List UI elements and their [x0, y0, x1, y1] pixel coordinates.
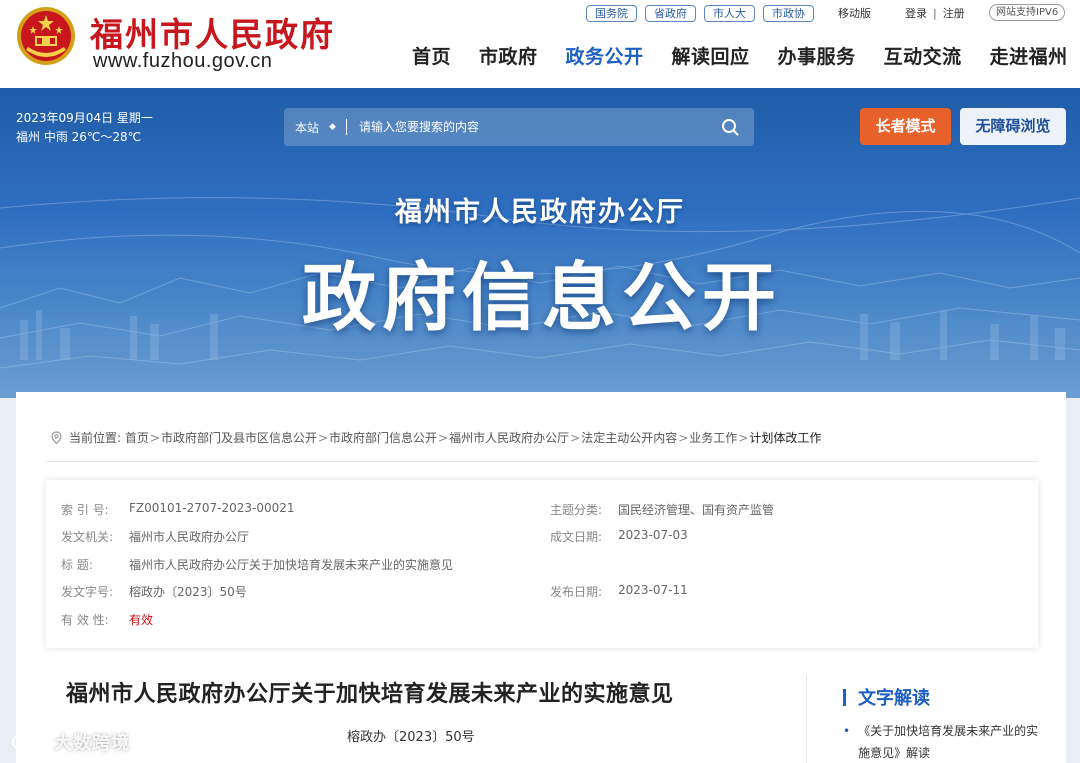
meta-validity-label: 有 效 性:	[61, 613, 109, 627]
breadcrumb-separator: >	[738, 430, 749, 445]
meta-index-label: 索 引 号:	[61, 503, 109, 517]
interpretation-title: 文字解读	[858, 688, 930, 709]
breadcrumb-general-office[interactable]: 福州市人民政府办公厅	[449, 429, 569, 446]
meta-docno-label: 发文字号:	[61, 585, 114, 599]
nav-government-affairs[interactable]: 政务公开	[566, 42, 644, 72]
meta-theme-label: 主题分类:	[550, 503, 603, 517]
meta-title-value: 福州市人民政府办公厅关于加快培育发展未来产业的实施意见	[129, 558, 454, 572]
breadcrumb-business[interactable]: 业务工作	[689, 429, 737, 446]
heading-accent-bar	[843, 688, 846, 706]
breadcrumb: 当前位置: 首页 > 市政府部门及县市区信息公开 > 市政府部门信息公开 > 福…	[50, 429, 821, 446]
meta-docno-row: 发文字号: 榕政办〔2023〕50号	[61, 583, 247, 600]
breadcrumb-divider	[46, 461, 1038, 462]
banner: 2023年09月04日 星期一 福州 中雨 26℃～28℃ 本站 ◆ 长者模式 …	[0, 88, 1080, 398]
search-divider	[345, 119, 347, 135]
nav-services[interactable]: 办事服务	[778, 42, 856, 72]
breadcrumb-label: 当前位置:	[69, 431, 122, 445]
meta-pubdate-label: 发布日期:	[550, 585, 603, 599]
breadcrumb-current[interactable]: 计划体改工作	[749, 429, 821, 446]
nav-about-fuzhou[interactable]: 走进福州	[990, 42, 1068, 72]
date-weather: 2023年09月04日 星期一 福州 中雨 26℃～28℃	[16, 109, 153, 147]
watermark: 大数跨境	[10, 729, 130, 755]
breadcrumb-dept-county[interactable]: 市政府部门及县市区信息公开	[161, 429, 317, 446]
breadcrumb-statutory[interactable]: 法定主动公开内容	[581, 429, 677, 446]
meta-title-row: 标 题: 福州市人民政府办公厅关于加快培育发展未来产业的实施意见	[61, 556, 453, 573]
main-nav: 首页 市政府 政务公开 解读回应 办事服务 互动交流 走进福州	[412, 42, 1068, 72]
link-city-npc[interactable]: 市人大	[704, 4, 755, 22]
banner-title: 政府信息公开	[302, 255, 782, 341]
document-number: 榕政办〔2023〕50号	[347, 730, 475, 745]
accessibility-button[interactable]: 无障碍浏览	[960, 108, 1066, 145]
meta-index-value: FZ00101-2707-2023-00021	[129, 501, 295, 515]
weather: 福州 中雨 26℃～28℃	[16, 130, 142, 144]
nav-home[interactable]: 首页	[412, 42, 451, 72]
document-metadata: 索 引 号: FZ00101-2707-2023-00021 主题分类: 国民经…	[46, 480, 1038, 648]
content-panel: 当前位置: 首页 > 市政府部门及县市区信息公开 > 市政府部门信息公开 > 福…	[16, 392, 1066, 763]
nav-interaction[interactable]: 互动交流	[884, 42, 962, 72]
login-link[interactable]: 登录	[905, 5, 927, 21]
breadcrumb-home[interactable]: 首页	[125, 429, 149, 446]
breadcrumb-separator: >	[149, 430, 160, 445]
meta-theme-value: 国民经济管理、国有资产监管	[618, 503, 775, 517]
interpretation-link-text[interactable]: 《关于加快培育发展未来产业的实施意见》解读	[858, 720, 1043, 763]
site-url[interactable]: www.fuzhou.gov.cn	[93, 50, 272, 73]
breadcrumb-separator: >	[678, 430, 689, 445]
content-divider	[806, 675, 807, 763]
search-input[interactable]	[358, 120, 720, 134]
top-links: 国务院 省政府 市人大 市政协 移动版	[586, 4, 871, 22]
meta-index-row: 索 引 号: FZ00101-2707-2023-00021	[61, 501, 295, 518]
location-pin-icon	[51, 430, 62, 444]
elder-mode-button[interactable]: 长者模式	[860, 108, 951, 145]
breadcrumb-separator: >	[317, 430, 329, 445]
meta-validity-value: 有效	[129, 613, 154, 627]
ipv6-badge: 网站支持IPV6	[989, 4, 1066, 21]
scope-dropdown-icon[interactable]: ◆	[329, 122, 336, 132]
nav-city-government[interactable]: 市政府	[479, 42, 538, 72]
breadcrumb-separator: >	[570, 430, 581, 445]
nav-interpretation[interactable]: 解读回应	[672, 42, 750, 72]
document-title: 福州市人民政府办公厅关于加快培育发展未来产业的实施意见	[66, 682, 674, 707]
bullet-icon: •	[843, 724, 851, 738]
meta-issuer-row: 发文机关: 福州市人民政府办公厅	[61, 528, 249, 545]
login-separator: |	[933, 6, 937, 20]
meta-issuer-label: 发文机关:	[61, 530, 114, 544]
banner-subtitle: 福州市人民政府办公厅	[395, 197, 685, 228]
meta-pubdate-value: 2023-07-11	[618, 583, 688, 597]
meta-date-value: 2023-07-03	[618, 528, 688, 542]
site-header: 福州市人民政府 www.fuzhou.gov.cn 国务院 省政府 市人大 市政…	[0, 0, 1080, 88]
link-provincial-gov[interactable]: 省政府	[645, 4, 696, 22]
search-scope-select[interactable]: 本站	[295, 119, 319, 136]
watermark-text: 大数跨境	[54, 733, 130, 754]
interpretation-heading: 文字解读	[843, 684, 930, 710]
search-icon[interactable]	[720, 117, 740, 137]
meta-validity-row: 有 效 性: 有效	[61, 611, 153, 628]
meta-docno-value: 榕政办〔2023〕50号	[129, 585, 247, 599]
link-state-council[interactable]: 国务院	[586, 4, 637, 22]
site-name[interactable]: 福州市人民政府	[90, 8, 335, 56]
login-register: 登录 | 注册	[905, 4, 965, 22]
mobile-version-link[interactable]: 移动版	[838, 5, 871, 21]
breadcrumb-separator: >	[438, 430, 449, 445]
link-cppcc[interactable]: 市政协	[763, 4, 814, 22]
interpretation-link[interactable]: • 《关于加快培育发展未来产业的实施意见》解读	[843, 720, 1043, 763]
search-bar: 本站 ◆	[284, 108, 754, 146]
meta-theme-row: 主题分类: 国民经济管理、国有资产监管	[550, 501, 774, 518]
breadcrumb-dept-info[interactable]: 市政府部门信息公开	[329, 429, 437, 446]
national-emblem-icon[interactable]	[16, 6, 76, 66]
meta-date-row: 成文日期: 2023-07-03	[550, 528, 688, 545]
meta-date-label: 成文日期:	[550, 530, 603, 544]
register-link[interactable]: 注册	[943, 5, 965, 21]
meta-title-label: 标 题:	[61, 558, 93, 572]
watermark-logo-icon	[12, 734, 49, 749]
meta-pubdate-row: 发布日期: 2023-07-11	[550, 583, 688, 600]
meta-issuer-value: 福州市人民政府办公厅	[129, 530, 250, 544]
current-date: 2023年09月04日 星期一	[16, 111, 153, 125]
